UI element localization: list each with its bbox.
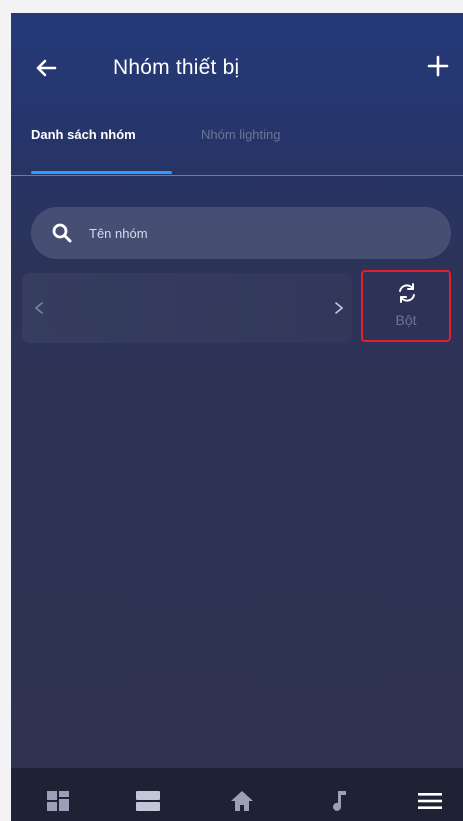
bottom-navigation: [11, 768, 463, 821]
menu-icon: [418, 793, 442, 809]
chevron-right-icon: [335, 302, 344, 314]
nav-menu[interactable]: [417, 788, 443, 814]
search-input[interactable]: [87, 207, 431, 261]
home-icon: [231, 791, 253, 811]
music-note-icon: [333, 791, 346, 811]
group-scroller: [22, 273, 352, 343]
bot-button-label: Bột: [395, 312, 417, 328]
bot-refresh-button[interactable]: Bột: [361, 270, 451, 342]
active-tab-indicator: [31, 171, 172, 174]
app-screen: Nhóm thiết bị Danh sách nhóm Nhóm lighti…: [11, 13, 463, 821]
refresh-icon: [399, 283, 415, 303]
page-title: Nhóm thiết bị: [113, 56, 240, 79]
nav-home[interactable]: [229, 788, 255, 814]
scroll-right-button[interactable]: [332, 297, 346, 319]
back-button[interactable]: [31, 53, 61, 83]
tab-bar: Danh sách nhóm Nhóm lighting: [11, 123, 463, 176]
tab-lighting-groups[interactable]: Nhóm lighting: [201, 127, 281, 142]
nav-rooms[interactable]: [135, 788, 161, 814]
search-icon: [52, 223, 72, 243]
nav-music[interactable]: [327, 788, 353, 814]
rows-layout-icon: [136, 791, 160, 811]
add-group-button[interactable]: [425, 53, 451, 79]
dashboard-grid-icon: [47, 791, 69, 811]
nav-dashboard[interactable]: [45, 788, 71, 814]
arrow-left-icon: [36, 59, 57, 77]
search-bar[interactable]: [31, 207, 451, 261]
tab-group-list[interactable]: Danh sách nhóm: [31, 127, 136, 142]
chevron-left-icon: [34, 302, 43, 314]
plus-icon: [427, 55, 449, 77]
scroll-left-button[interactable]: [32, 297, 46, 319]
app-header: Nhóm thiết bị: [11, 13, 463, 113]
